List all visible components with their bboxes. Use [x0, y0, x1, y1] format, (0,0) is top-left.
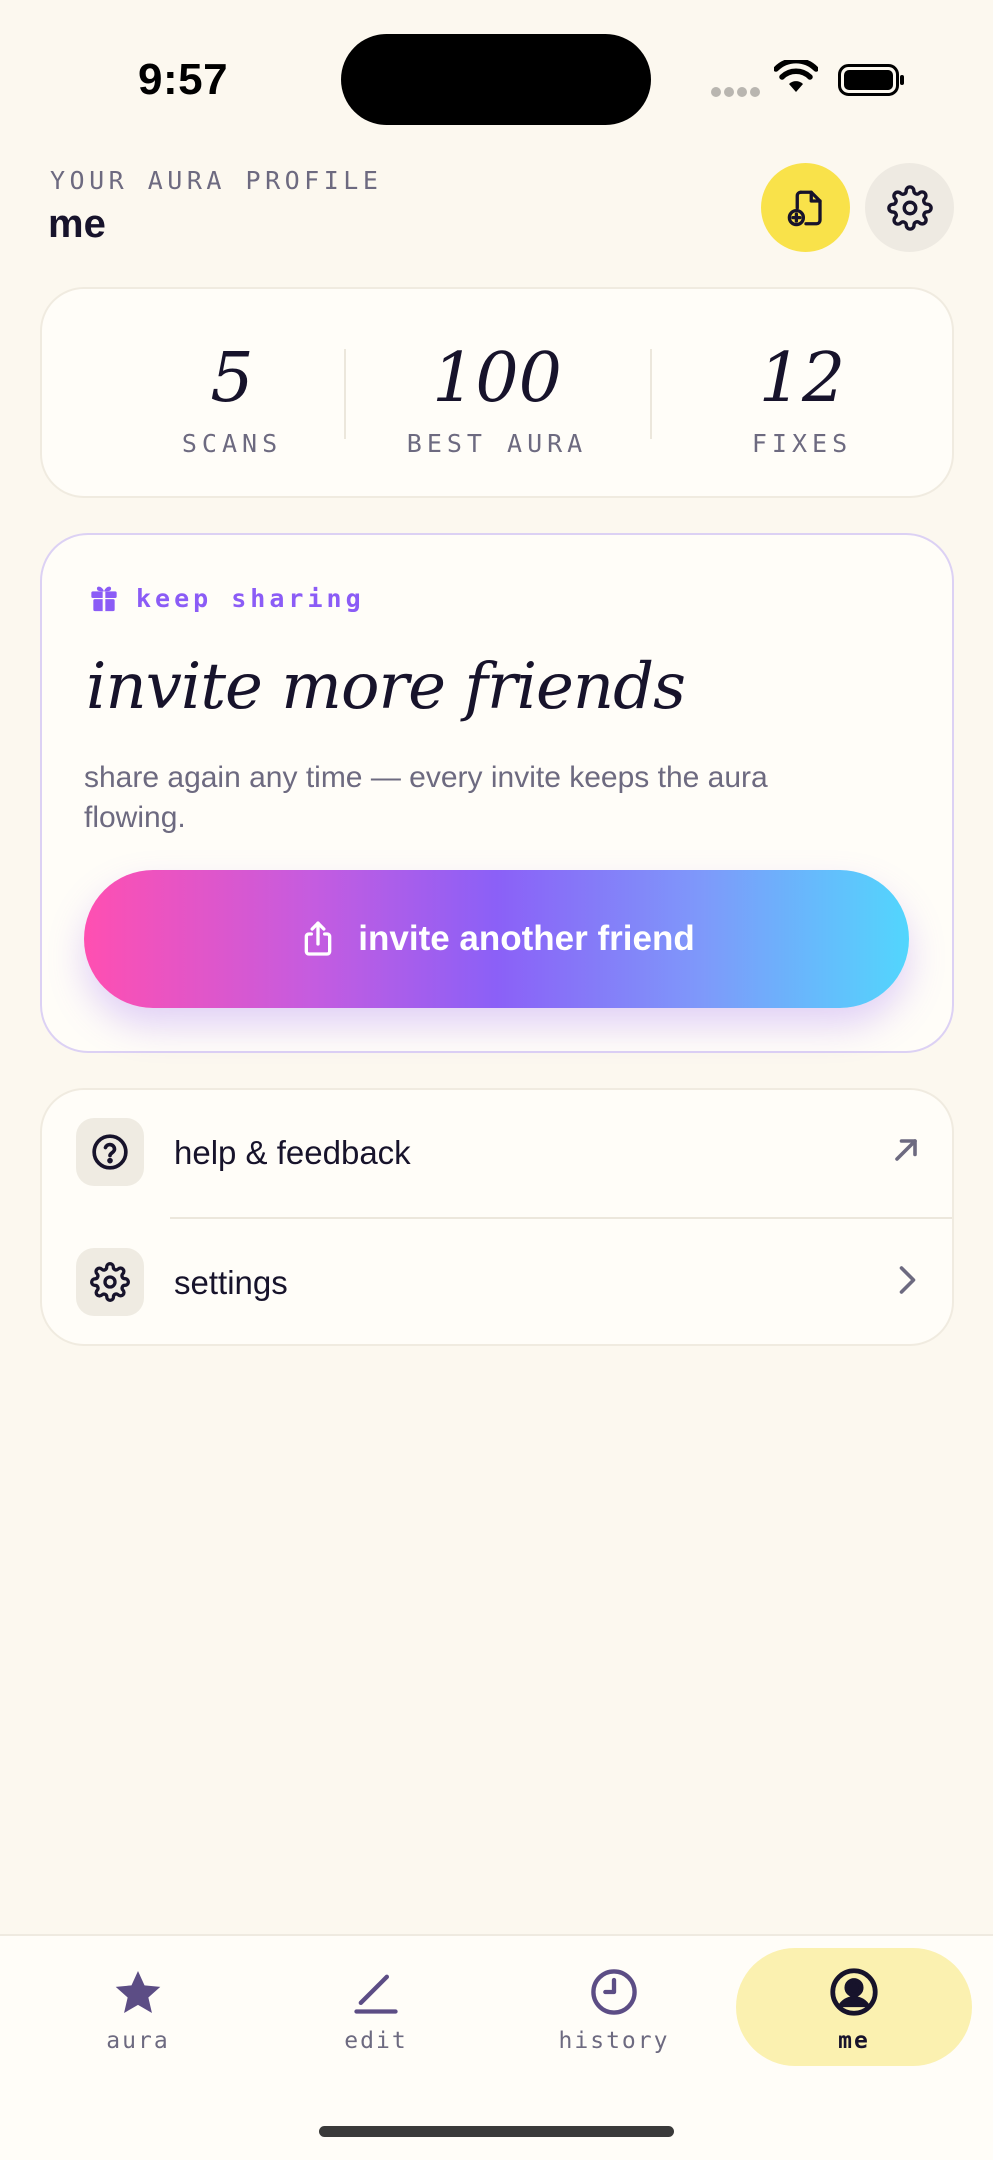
gear-icon	[886, 184, 933, 231]
share-icon	[298, 917, 338, 961]
menu-item-label: help & feedback	[174, 1134, 411, 1171]
status-time: 9:57	[138, 55, 229, 104]
invite-description: share again any time — every invite keep…	[84, 761, 768, 834]
menu-item-settings[interactable]: settings	[42, 1220, 952, 1344]
stat-value: 5	[210, 339, 254, 418]
dynamic-island	[341, 34, 651, 125]
invite-kicker: keep sharing	[136, 584, 365, 613]
stat-label: BEST AURA	[406, 429, 588, 458]
settings-button[interactable]	[865, 163, 954, 252]
tab-label: aura	[106, 2028, 170, 2054]
external-arrow-icon	[888, 1132, 924, 1173]
star-icon	[38, 1966, 238, 2020]
chevron-right-icon	[888, 1262, 924, 1303]
invite-title: invite more friends	[86, 650, 686, 724]
stat-value: 100	[432, 339, 562, 418]
stat-label: FIXES	[751, 429, 853, 458]
tab-edit[interactable]: edit	[276, 1948, 476, 2066]
profile-kicker: YOUR AURA PROFILE	[50, 166, 383, 195]
tab-label: edit	[344, 2028, 408, 2054]
tab-me[interactable]: me	[736, 1948, 972, 2066]
stat-label: SCANS	[181, 429, 283, 458]
add-document-button[interactable]	[761, 163, 850, 252]
stats-card: 5 SCANS 100 BEST AURA 12 FIXES	[40, 287, 954, 498]
menu-card: help & feedback settings	[40, 1088, 954, 1346]
gift-icon	[88, 582, 120, 619]
home-indicator	[319, 2126, 674, 2137]
tab-history[interactable]: history	[514, 1948, 714, 2066]
invite-friend-button[interactable]: invite another friend	[84, 870, 909, 1008]
wifi-icon	[773, 57, 819, 99]
stat-value: 12	[758, 339, 846, 418]
file-add-icon	[787, 190, 822, 226]
tab-label: me	[838, 2028, 870, 2054]
menu-item-help-feedback[interactable]: help & feedback	[42, 1090, 952, 1218]
gear-icon	[90, 1262, 130, 1302]
battery-icon	[838, 64, 906, 101]
invite-button-label: invite another friend	[358, 919, 695, 958]
tab-aura[interactable]: aura	[38, 1948, 238, 2066]
cellular-signal-icon	[711, 84, 763, 102]
profile-name: me	[48, 202, 106, 246]
help-circle-icon	[92, 1134, 128, 1170]
profile-icon	[736, 1966, 972, 2018]
menu-divider	[170, 1217, 952, 1219]
pen-icon	[276, 1966, 476, 2018]
clock-icon	[514, 1966, 714, 2018]
stat-divider	[344, 349, 346, 439]
menu-item-label: settings	[174, 1264, 288, 1301]
settings-icon-box	[76, 1248, 144, 1316]
tab-label: history	[558, 2028, 670, 2054]
help-icon-box	[76, 1118, 144, 1186]
